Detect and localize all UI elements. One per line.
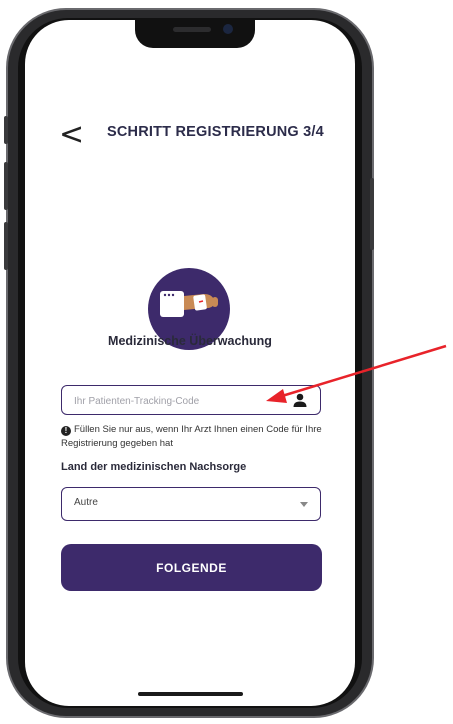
tracking-code-field[interactable]: [61, 385, 321, 416]
back-chevron-icon[interactable]: <: [59, 120, 84, 150]
tracking-code-input[interactable]: [72, 386, 276, 416]
country-selected-value: Autre: [74, 497, 98, 508]
info-icon: !: [61, 426, 71, 436]
country-label: Land der medizinischen Nachsorge: [61, 461, 247, 473]
speaker-grille: [173, 27, 211, 32]
tracking-code-hint: ! Füllen Sie nur aus, wenn Ihr Arzt Ihnen…: [61, 423, 327, 451]
phone-power-button: [370, 178, 374, 250]
page-title: SCHRITT REGISTRIERUNG 3/4: [107, 124, 324, 140]
phone-screen: < SCHRITT REGISTRIERUNG 3/4 Medizinische…: [25, 20, 355, 706]
hint-text: Füllen Sie nur aus, wenn Ihr Arzt Ihnen …: [61, 424, 322, 449]
notch: [135, 20, 255, 48]
next-button[interactable]: FOLGENDE: [61, 544, 322, 591]
phone-volume-up-button: [4, 162, 8, 210]
country-select[interactable]: Autre: [61, 487, 321, 521]
section-title-medical-monitoring: Medizinische Überwachung: [108, 334, 272, 348]
phone-side-button: [4, 116, 8, 144]
person-icon: [293, 393, 307, 407]
phone-volume-down-button: [4, 222, 8, 270]
chevron-down-icon: [300, 502, 308, 507]
home-indicator: [138, 692, 243, 696]
front-camera: [223, 24, 233, 34]
